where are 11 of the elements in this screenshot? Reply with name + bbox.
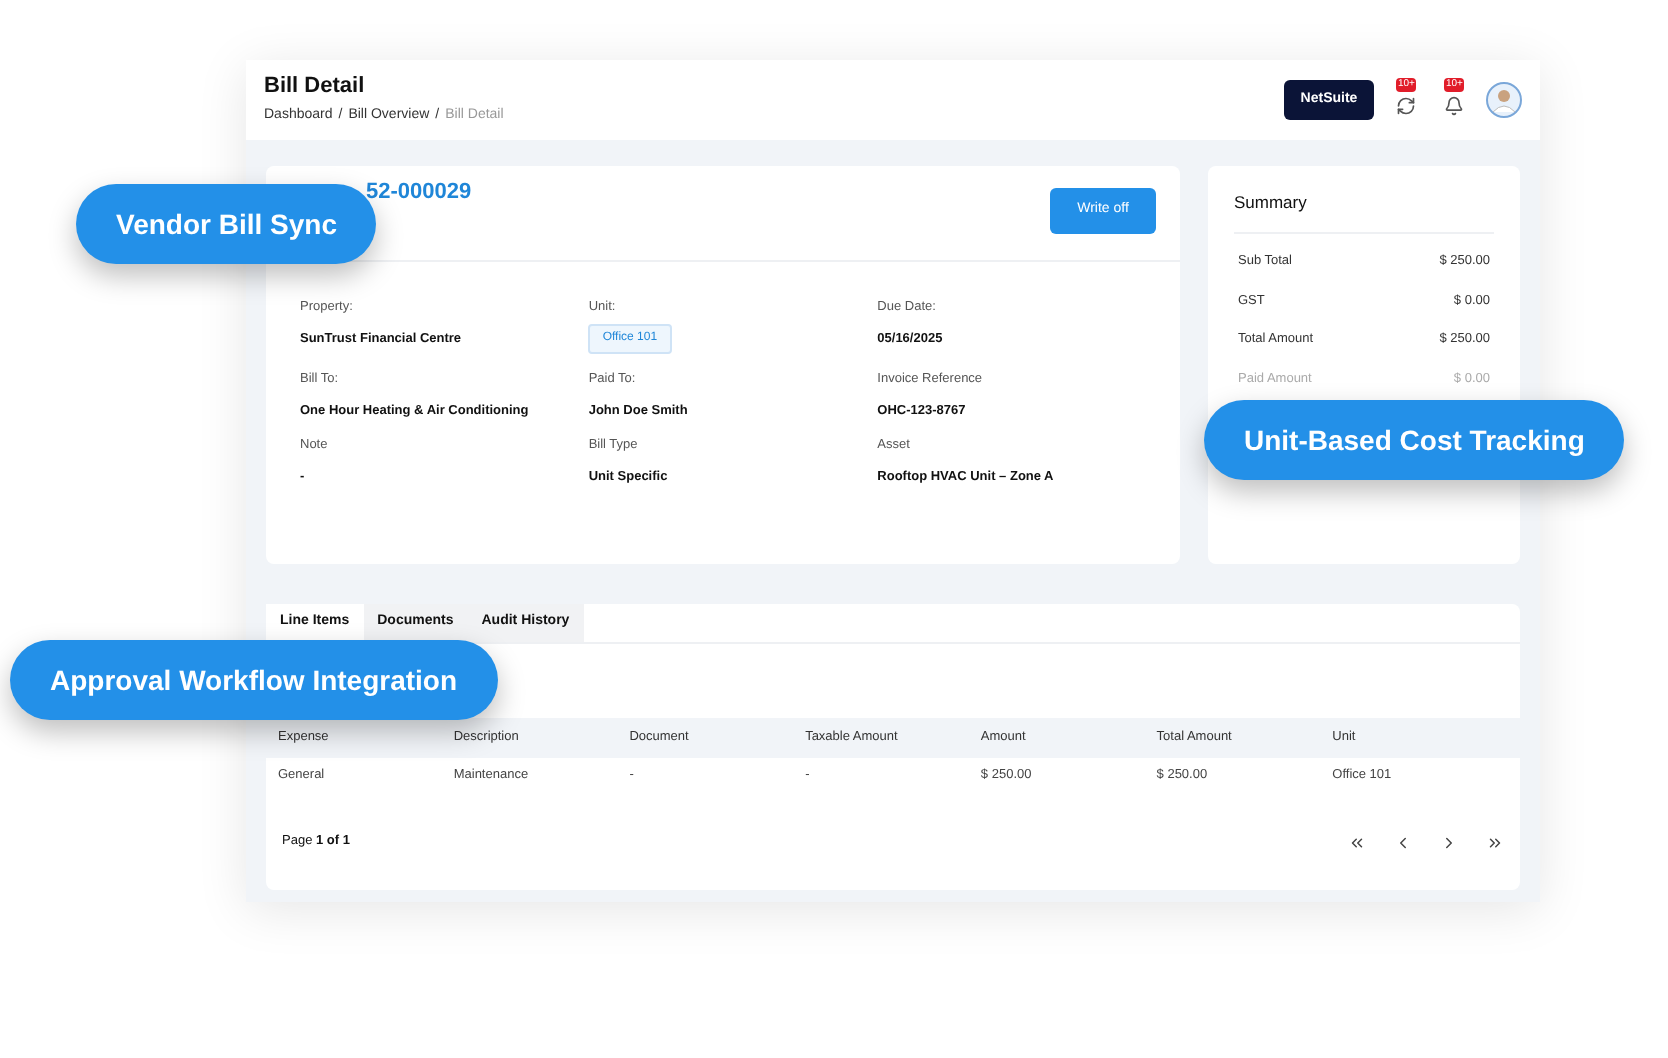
feature-callout: Unit-Based Cost Tracking [1204, 400, 1625, 480]
bill-number: 52-000029 [366, 178, 472, 208]
feature-callout: Approval Workflow Integration [10, 640, 498, 720]
next-page-icon[interactable] [1440, 833, 1458, 851]
previous-page-icon[interactable] [1394, 833, 1412, 851]
page-title: Bill Detail [264, 72, 367, 101]
last-page-icon[interactable] [1486, 833, 1504, 851]
sync-icon[interactable] [1396, 96, 1416, 116]
summary-title: Summary [1234, 190, 1494, 234]
first-page-icon[interactable] [1348, 833, 1366, 851]
bell-icon[interactable] [1444, 96, 1464, 116]
